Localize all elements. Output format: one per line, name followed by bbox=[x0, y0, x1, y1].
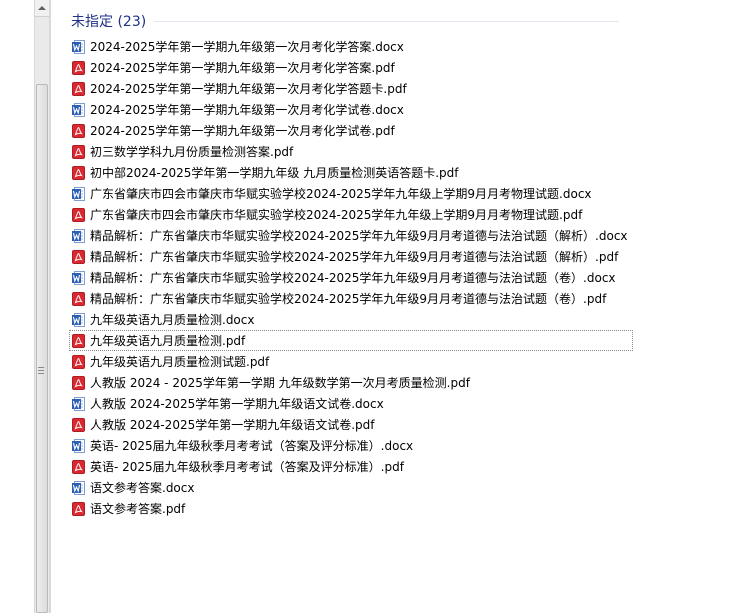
group-divider bbox=[154, 20, 619, 22]
file-item[interactable]: 九年级英语九月质量检测试题.pdf bbox=[69, 351, 633, 372]
file-name: 广东省肇庆市四会市肇庆市华赋实验学校2024-2025学年九年级上学期9月月考物… bbox=[90, 208, 583, 222]
file-item[interactable]: 英语- 2025届九年级秋季月考考试（答案及评分标准）.pdf bbox=[69, 456, 633, 477]
file-item[interactable]: 精品解析：广东省肇庆市华赋实验学校2024-2025学年九年级9月月考道德与法治… bbox=[69, 246, 633, 267]
file-item[interactable]: 精品解析：广东省肇庆市华赋实验学校2024-2025学年九年级9月月考道德与法治… bbox=[69, 225, 633, 246]
file-name: 语文参考答案.pdf bbox=[90, 502, 186, 516]
file-list: 2024-2025学年第一学期九年级第一次月考化学答案.docx 2024-20… bbox=[69, 36, 633, 519]
word-document-icon bbox=[72, 228, 85, 243]
file-name: 人教版 2024 - 2025学年第一学期 九年级数学第一次月考质量检测.pdf bbox=[90, 376, 470, 390]
file-item[interactable]: 九年级英语九月质量检测.pdf bbox=[69, 330, 633, 351]
group-header[interactable]: 未指定 (23) bbox=[71, 11, 619, 31]
file-name: 语文参考答案.docx bbox=[90, 481, 195, 495]
file-name: 英语- 2025届九年级秋季月考考试（答案及评分标准）.docx bbox=[90, 439, 414, 453]
pdf-document-icon bbox=[72, 144, 85, 159]
pdf-document-icon bbox=[72, 249, 85, 264]
file-name: 精品解析：广东省肇庆市华赋实验学校2024-2025学年九年级9月月考道德与法治… bbox=[90, 229, 628, 243]
pdf-document-icon bbox=[72, 60, 85, 75]
file-item[interactable]: 精品解析：广东省肇庆市华赋实验学校2024-2025学年九年级9月月考道德与法治… bbox=[69, 267, 633, 288]
file-name: 2024-2025学年第一学期九年级第一次月考化学答案.docx bbox=[90, 40, 404, 54]
word-document-icon bbox=[72, 312, 85, 327]
scroll-grip-icon bbox=[38, 367, 44, 375]
file-name: 精品解析：广东省肇庆市华赋实验学校2024-2025学年九年级9月月考道德与法治… bbox=[90, 271, 616, 285]
file-item[interactable]: 人教版 2024-2025学年第一学期九年级语文试卷.pdf bbox=[69, 414, 633, 435]
pdf-document-icon bbox=[72, 81, 85, 96]
word-document-icon bbox=[72, 480, 85, 495]
file-name: 初三数学学科九月份质量检测答案.pdf bbox=[90, 145, 294, 159]
navigation-scrollbar[interactable] bbox=[34, 0, 50, 613]
file-item[interactable]: 初三数学学科九月份质量检测答案.pdf bbox=[69, 141, 633, 162]
file-name: 2024-2025学年第一学期九年级第一次月考化学试卷.pdf bbox=[90, 124, 395, 138]
file-item[interactable]: 广东省肇庆市四会市肇庆市华赋实验学校2024-2025学年九年级上学期9月月考物… bbox=[69, 204, 633, 225]
pdf-document-icon bbox=[72, 291, 85, 306]
file-item[interactable]: 2024-2025学年第一学期九年级第一次月考化学答案.pdf bbox=[69, 57, 633, 78]
file-name: 2024-2025学年第一学期九年级第一次月考化学答题卡.pdf bbox=[90, 82, 407, 96]
file-name: 2024-2025学年第一学期九年级第一次月考化学答案.pdf bbox=[90, 61, 395, 75]
file-item[interactable]: 语文参考答案.pdf bbox=[69, 498, 633, 519]
pdf-document-icon bbox=[72, 207, 85, 222]
word-document-icon bbox=[72, 39, 85, 54]
file-item[interactable]: 初中部2024-2025学年第一学期九年级 九月质量检测英语答题卡.pdf bbox=[69, 162, 633, 183]
file-name: 精品解析：广东省肇庆市华赋实验学校2024-2025学年九年级9月月考道德与法治… bbox=[90, 250, 619, 264]
pdf-document-icon bbox=[72, 375, 85, 390]
file-item[interactable]: 人教版 2024 - 2025学年第一学期 九年级数学第一次月考质量检测.pdf bbox=[69, 372, 633, 393]
pdf-document-icon bbox=[72, 459, 85, 474]
file-item[interactable]: 语文参考答案.docx bbox=[69, 477, 633, 498]
file-item[interactable]: 人教版 2024-2025学年第一学期九年级语文试卷.docx bbox=[69, 393, 633, 414]
pdf-document-icon bbox=[72, 354, 85, 369]
group-title: 未指定 (23) bbox=[71, 14, 147, 30]
file-list-pane: 未指定 (23) 2024-2025学年第一学期九年级第一次月考化学答案.doc… bbox=[51, 0, 756, 613]
file-name: 英语- 2025届九年级秋季月考考试（答案及评分标准）.pdf bbox=[90, 460, 404, 474]
file-item[interactable]: 广东省肇庆市四会市肇庆市华赋实验学校2024-2025学年九年级上学期9月月考物… bbox=[69, 183, 633, 204]
file-item[interactable]: 2024-2025学年第一学期九年级第一次月考化学试卷.docx bbox=[69, 99, 633, 120]
file-item[interactable]: 2024-2025学年第一学期九年级第一次月考化学试卷.pdf bbox=[69, 120, 633, 141]
pdf-document-icon bbox=[72, 417, 85, 432]
file-item[interactable]: 2024-2025学年第一学期九年级第一次月考化学答案.docx bbox=[69, 36, 633, 57]
file-name: 人教版 2024-2025学年第一学期九年级语文试卷.docx bbox=[90, 397, 384, 411]
word-document-icon bbox=[72, 396, 85, 411]
navigation-pane[interactable] bbox=[0, 0, 34, 613]
file-name: 九年级英语九月质量检测.docx bbox=[90, 313, 255, 327]
explorer-window: 未指定 (23) 2024-2025学年第一学期九年级第一次月考化学答案.doc… bbox=[0, 0, 756, 613]
file-name: 广东省肇庆市四会市肇庆市华赋实验学校2024-2025学年九年级上学期9月月考物… bbox=[90, 187, 592, 201]
pdf-document-icon bbox=[72, 165, 85, 180]
file-name: 初中部2024-2025学年第一学期九年级 九月质量检测英语答题卡.pdf bbox=[90, 166, 459, 180]
file-name: 2024-2025学年第一学期九年级第一次月考化学试卷.docx bbox=[90, 103, 404, 117]
file-item[interactable]: 英语- 2025届九年级秋季月考考试（答案及评分标准）.docx bbox=[69, 435, 633, 456]
file-name: 九年级英语九月质量检测试题.pdf bbox=[90, 355, 270, 369]
pdf-document-icon bbox=[72, 333, 85, 348]
word-document-icon bbox=[72, 438, 85, 453]
word-document-icon bbox=[72, 270, 85, 285]
file-item[interactable]: 精品解析：广东省肇庆市华赋实验学校2024-2025学年九年级9月月考道德与法治… bbox=[69, 288, 633, 309]
word-document-icon bbox=[72, 186, 85, 201]
pdf-document-icon bbox=[72, 123, 85, 138]
pdf-document-icon bbox=[72, 501, 85, 516]
file-name: 精品解析：广东省肇庆市华赋实验学校2024-2025学年九年级9月月考道德与法治… bbox=[90, 292, 607, 306]
scroll-thumb[interactable] bbox=[36, 84, 48, 613]
file-item[interactable]: 2024-2025学年第一学期九年级第一次月考化学答题卡.pdf bbox=[69, 78, 633, 99]
scroll-up-arrow-icon[interactable] bbox=[35, 0, 49, 17]
file-item[interactable]: 九年级英语九月质量检测.docx bbox=[69, 309, 633, 330]
word-document-icon bbox=[72, 102, 85, 117]
file-name: 人教版 2024-2025学年第一学期九年级语文试卷.pdf bbox=[90, 418, 375, 432]
file-name: 九年级英语九月质量检测.pdf bbox=[90, 334, 246, 348]
